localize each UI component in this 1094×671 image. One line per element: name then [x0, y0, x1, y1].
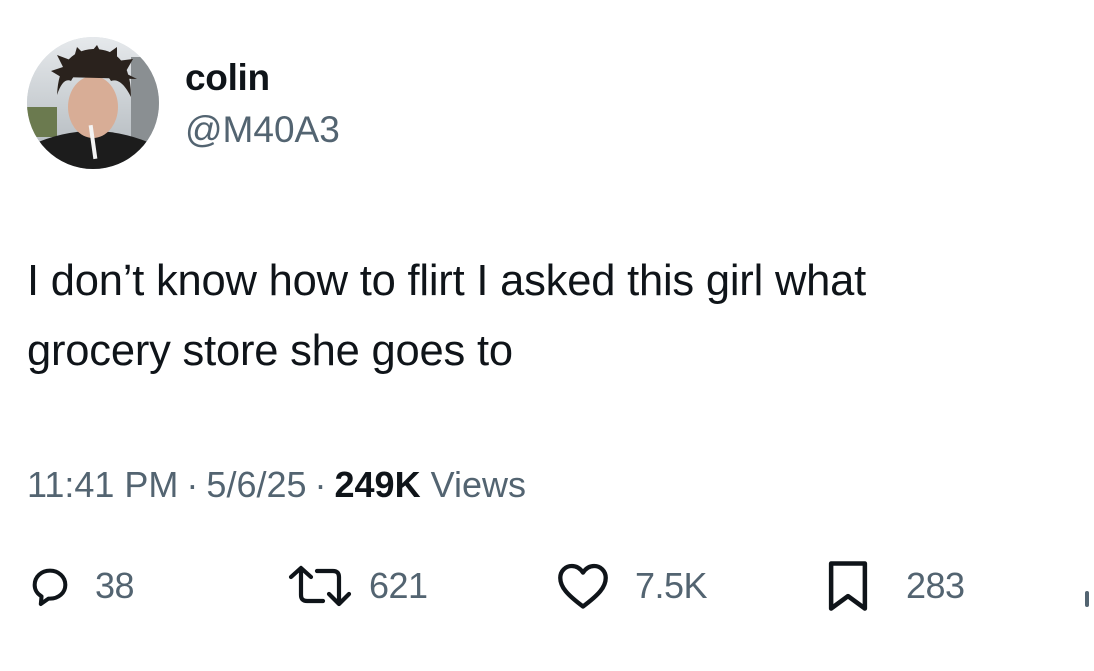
avatar[interactable]: [27, 37, 159, 169]
tweet-text: I don’t know how to flirt I asked this g…: [27, 257, 867, 375]
repost-button[interactable]: 621: [285, 560, 428, 612]
meta-separator: ·: [314, 464, 327, 505]
bookmark-icon: [824, 559, 872, 613]
reply-icon: [27, 563, 73, 609]
tweet-date[interactable]: 5/6/25: [206, 464, 306, 505]
repost-icon: [285, 563, 355, 609]
author-handle[interactable]: @M40A3: [185, 108, 340, 152]
heart-icon: [555, 561, 611, 611]
repost-count: 621: [369, 565, 428, 606]
tweet-meta: 11:41 PM · 5/6/25 · 249K Views: [27, 463, 526, 507]
action-bar: 38 621 7.5K 283: [27, 560, 1094, 612]
views-count[interactable]: 249K: [335, 464, 421, 505]
tweet-time[interactable]: 11:41 PM: [27, 464, 178, 505]
like-button[interactable]: 7.5K: [555, 560, 708, 612]
meta-separator: ·: [186, 464, 199, 505]
avatar-photo: [27, 37, 159, 169]
bookmark-count: 283: [906, 565, 965, 606]
reply-button[interactable]: 38: [27, 560, 135, 612]
author-display-name[interactable]: colin: [185, 56, 270, 100]
like-count: 7.5K: [635, 565, 708, 606]
reply-count: 38: [95, 565, 135, 606]
bookmark-button[interactable]: 283: [824, 560, 965, 612]
views-label[interactable]: Views: [431, 464, 526, 505]
share-icon[interactable]: [1085, 591, 1089, 607]
